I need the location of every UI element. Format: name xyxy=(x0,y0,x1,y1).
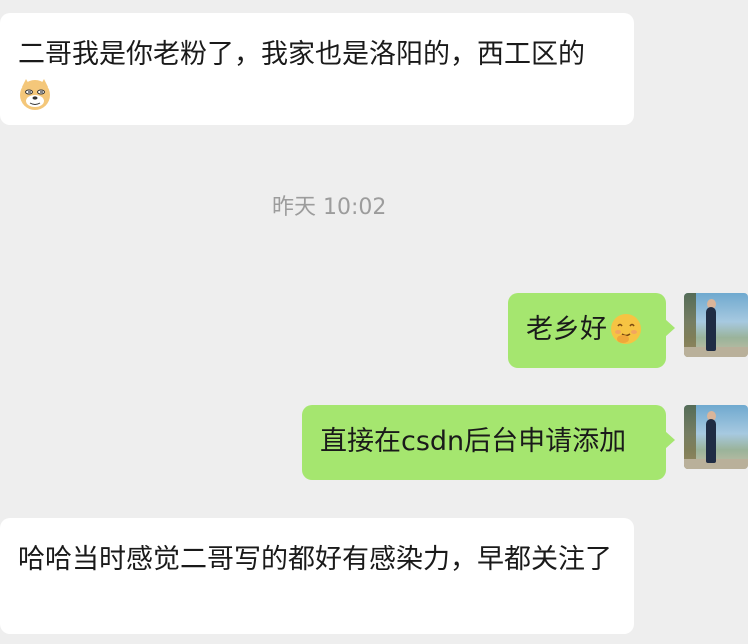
message-text: 二哥我是你老粉了，我家也是洛阳的，西工区的 xyxy=(18,39,585,70)
message-text: 直接在csdn后台申请添加 xyxy=(320,426,627,457)
incoming-message-bubble[interactable]: 二哥我是你老粉了，我家也是洛阳的，西工区的 xyxy=(0,13,634,125)
outgoing-message-bubble[interactable]: 直接在csdn后台申请添加 xyxy=(302,405,675,480)
incoming-message-bubble[interactable]: 哈哈当时感觉二哥写的都好有感染力，早都关注了 xyxy=(0,518,634,634)
chat-window: 二哥我是你老粉了，我家也是洛阳的，西工区的 昨天 10:02 老乡好 直接在cs… xyxy=(0,0,748,644)
outgoing-message-bubble[interactable]: 老乡好 xyxy=(508,293,675,368)
message-timestamp: 昨天 10:02 xyxy=(272,195,387,220)
user-avatar[interactable] xyxy=(684,293,748,357)
avatar-ground xyxy=(684,459,748,469)
avatar-person xyxy=(706,419,716,463)
doge-icon xyxy=(18,77,52,111)
avatar-ground xyxy=(684,347,748,357)
avatar-person xyxy=(706,307,716,351)
message-text: 老乡好 xyxy=(526,314,607,345)
message-text: 哈哈当时感觉二哥写的都好有感染力，早都关注了 xyxy=(18,544,612,575)
user-avatar[interactable] xyxy=(684,405,748,469)
shy-smile-icon xyxy=(609,312,643,346)
